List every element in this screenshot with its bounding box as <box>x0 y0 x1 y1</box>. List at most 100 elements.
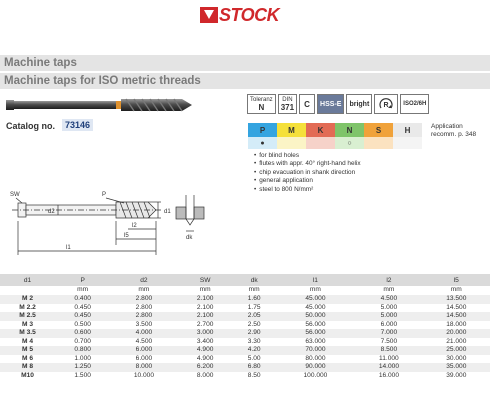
label-sw: SW <box>10 192 20 198</box>
value-cell: 2.50 <box>247 320 261 328</box>
tolerance-box: Toleranz N <box>247 94 276 114</box>
value-cell: 7.000 <box>355 329 423 338</box>
size-cell: M10 <box>21 371 34 379</box>
feature-list: for blind holes flutes with appr. 40° ri… <box>254 152 361 194</box>
unit-cell: mm <box>55 286 111 295</box>
value-cell: 35.000 <box>422 363 490 372</box>
table-row: M 8 1.250 8.000 6.200 6.80 90.000 14.000 35.000 <box>0 363 490 372</box>
table-row: M 2.2 0.450 2.800 2.100 1.75 45.000 5.000 14.50… <box>0 304 490 313</box>
feature-item: steel to 800 N/mm² <box>254 186 361 194</box>
iso-box: ISO2/6H <box>400 94 430 114</box>
value-cell: 8.000 <box>196 371 214 379</box>
unit-cell: mm <box>275 286 356 295</box>
table-row: M 2 0.400 2.800 2.100 1.60 45.000 4.500 13.500 <box>0 295 490 304</box>
material-h: H <box>393 123 422 149</box>
value-cell: 90.000 <box>275 363 356 372</box>
value-cell: 4.20 <box>232 346 276 355</box>
material-s-head: S <box>364 123 393 137</box>
stock-logo-text: STOCK <box>219 4 280 25</box>
section-subtitle: Machine taps for ISO metric threads <box>0 73 490 89</box>
c-value: C <box>304 99 310 109</box>
table-row: M 4 0.700 4.500 3.400 3.30 63.000 7.500 21.000 <box>0 338 490 347</box>
value-cell: 0.450 <box>74 303 91 311</box>
material-n-symbol: ○ <box>335 137 364 149</box>
feature-item: chip evacuation in shank direction <box>254 169 361 177</box>
unit-cell: mm <box>232 286 276 295</box>
value-cell: 2.05 <box>232 312 276 321</box>
material-m-head: M <box>277 123 306 137</box>
din-value: 371 <box>280 102 295 112</box>
value-cell: 3.400 <box>196 337 214 345</box>
label-l2: l2 <box>132 223 137 229</box>
col-header: d1 <box>0 274 56 286</box>
stock-logo: STOCK <box>200 4 280 25</box>
c-box: C <box>299 94 316 114</box>
value-cell: 45.000 <box>275 295 356 304</box>
value-cell: 8.000 <box>110 363 178 372</box>
size-cell: M 2 <box>0 295 56 304</box>
table-body: mm mm mm mm mm mm mm M 2 0.400 2.800 2.100 1… <box>0 286 490 380</box>
label-p: P <box>102 192 106 198</box>
value-cell: 6.80 <box>232 363 276 372</box>
value-cell: 2.100 <box>177 295 233 304</box>
value-cell: 5.00 <box>247 354 261 362</box>
value-cell: 0.400 <box>55 295 111 304</box>
stock-logo-mark <box>200 7 218 23</box>
col-header: d2 <box>110 274 178 286</box>
unit-cell: mm <box>355 286 423 295</box>
value-cell: 0.800 <box>55 346 111 355</box>
material-h-symbol <box>393 137 422 149</box>
value-cell: 6.000 <box>380 320 398 328</box>
material-p: P ● <box>248 123 277 149</box>
material-h-head: H <box>393 123 422 137</box>
tolerance-value: N <box>258 102 265 112</box>
right-rotation-icon: R <box>379 98 393 109</box>
value-cell: 4.500 <box>135 337 153 345</box>
application-note: Application recomm. p. 348 <box>431 123 477 138</box>
value-cell: 2.800 <box>110 295 178 304</box>
value-cell: 6.200 <box>177 363 233 372</box>
unit-row: mm mm mm mm mm mm mm <box>0 286 490 295</box>
value-cell: 100.000 <box>303 371 328 379</box>
value-cell: 39.000 <box>446 371 467 379</box>
value-cell: 2.700 <box>196 320 214 328</box>
value-cell: 5.000 <box>380 303 398 311</box>
value-cell: 13.500 <box>422 295 490 304</box>
material-n: N ○ <box>335 123 364 149</box>
value-cell: 2.800 <box>110 312 178 321</box>
value-cell: 20.000 <box>422 329 490 338</box>
table-row: M 2.5 0.450 2.800 2.100 2.05 50.000 5.000 14.50… <box>0 312 490 321</box>
tap-technical-drawing: SW P d2 d1 l2 l5 l1 dk <box>10 192 205 255</box>
value-cell: 14.500 <box>446 303 467 311</box>
din-box: DIN 371 <box>277 94 298 114</box>
size-cell: M 2.5 <box>0 312 56 321</box>
material-k: K <box>306 123 335 149</box>
value-cell: 0.600 <box>55 329 111 338</box>
col-header: l2 <box>355 274 423 286</box>
label-d2: d2 <box>48 209 55 215</box>
value-cell: 1.60 <box>232 295 276 304</box>
table-row: M 3.5 0.600 4.000 3.000 2.90 56.000 7.000 20.00… <box>0 329 490 338</box>
finish-box: bright <box>346 94 373 114</box>
value-cell: 30.000 <box>446 354 467 362</box>
unit-cell: mm <box>110 286 178 295</box>
value-cell: 3.000 <box>177 329 233 338</box>
col-header: l1 <box>275 274 356 286</box>
material-m: M <box>277 123 306 149</box>
tap-product-image <box>6 98 192 112</box>
value-cell: 1.250 <box>55 363 111 372</box>
catalog-label: Catalog no. <box>6 121 55 131</box>
material-grid: P ● M K N ○ S H <box>248 123 422 149</box>
label-l5: l5 <box>124 233 129 239</box>
value-cell: 6.000 <box>110 346 178 355</box>
value-cell: 63.000 <box>305 337 326 345</box>
feature-item: general application <box>254 177 361 185</box>
value-cell: 14.500 <box>422 312 490 321</box>
material-k-head: K <box>306 123 335 137</box>
value-cell: 50.000 <box>275 312 356 321</box>
table-row: M 5 0.800 6.000 4.900 4.20 70.000 8.500 25.000 <box>0 346 490 355</box>
material-n-head: N <box>335 123 364 137</box>
catalog-number: 73146 <box>62 119 94 131</box>
value-cell: 11.000 <box>379 354 399 362</box>
feature-item: flutes with appr. 40° right-hand helix <box>254 160 360 168</box>
